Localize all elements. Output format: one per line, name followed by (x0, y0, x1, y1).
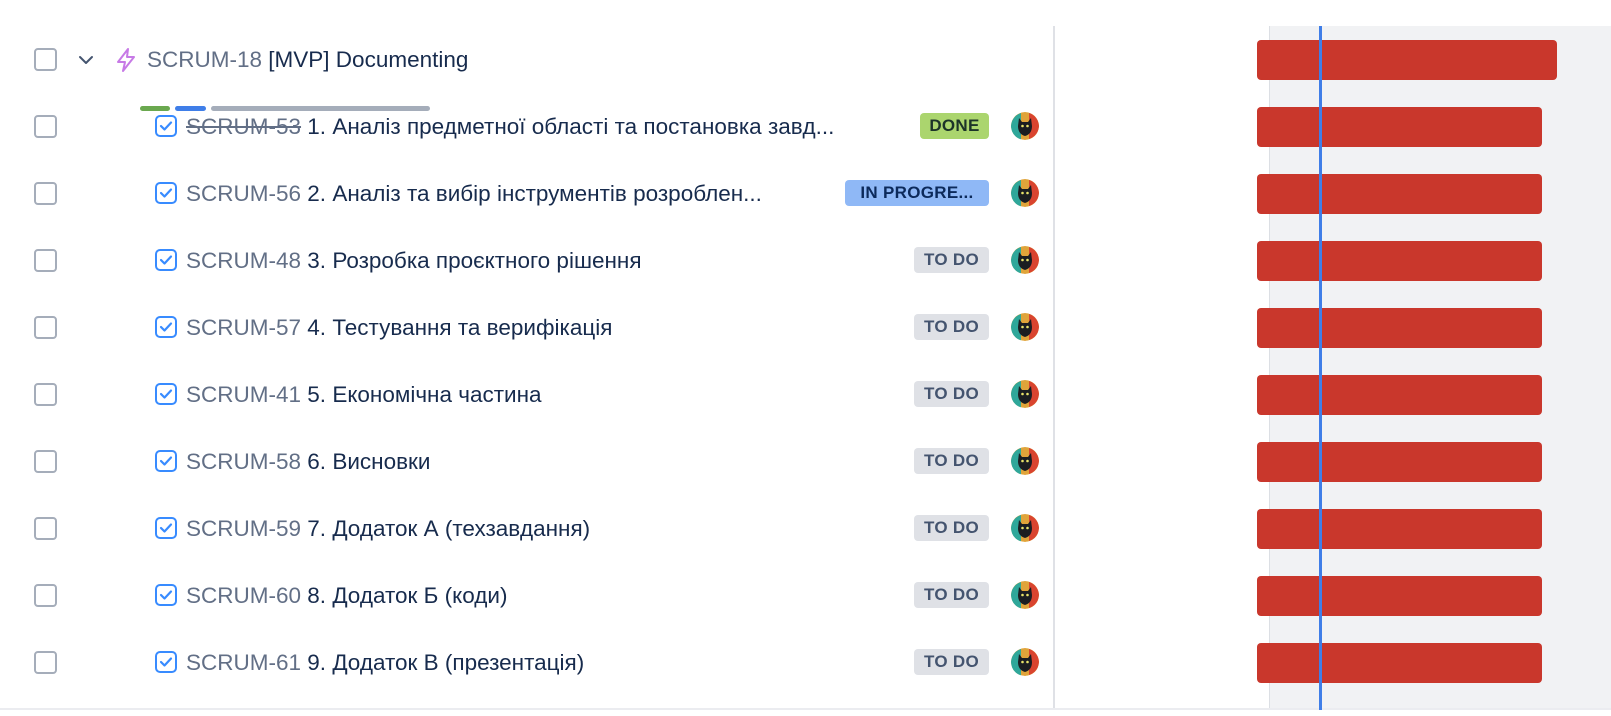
issue-title[interactable]: 6. Висновки (307, 449, 430, 474)
task-label[interactable]: SCRUM-48 3. Розробка проєктного рішення (186, 246, 642, 276)
task-row[interactable]: SCRUM-41 5. Економічна частина TO DO (0, 361, 1054, 428)
timeline-bar[interactable] (1257, 576, 1542, 616)
row-checkbox[interactable] (34, 249, 57, 272)
row-checkbox[interactable] (34, 316, 57, 339)
timeline-bar[interactable] (1257, 375, 1542, 415)
assignee-avatar[interactable] (1011, 313, 1039, 341)
issue-title[interactable]: 5. Економічна частина (307, 382, 541, 407)
row-checkbox[interactable] (34, 115, 57, 138)
timeline-bar[interactable] (1257, 174, 1542, 214)
issue-key[interactable]: SCRUM-60 (186, 583, 301, 608)
timeline-bar[interactable] (1257, 643, 1542, 683)
row-checkbox[interactable] (34, 450, 57, 473)
task-row[interactable]: SCRUM-57 4. Тестування та верифікація TO… (0, 294, 1054, 361)
task-checkbox-icon (155, 450, 177, 472)
issue-title[interactable]: 3. Розробка проєктного рішення (307, 248, 641, 273)
issue-key[interactable]: SCRUM-56 (186, 181, 301, 206)
task-checkbox-icon (155, 115, 177, 137)
task-row[interactable]: SCRUM-48 3. Розробка проєктного рішення … (0, 227, 1054, 294)
epic-title[interactable]: [MVP] Documenting (268, 47, 468, 72)
today-marker (1319, 26, 1322, 710)
status-lozenge[interactable]: DONE (920, 113, 989, 139)
row-checkbox[interactable] (34, 383, 57, 406)
timeline-bar[interactable] (1257, 308, 1542, 348)
assignee-avatar[interactable] (1011, 112, 1039, 140)
issue-key[interactable]: SCRUM-53 (186, 114, 301, 139)
status-lozenge[interactable]: TO DO (914, 381, 989, 407)
status-lozenge[interactable]: TO DO (914, 649, 989, 675)
epic-label[interactable]: SCRUM-18 [MVP] Documenting (147, 45, 468, 75)
assignee-avatar[interactable] (1011, 514, 1039, 542)
issue-title[interactable]: 4. Тестування та верифікація (307, 315, 612, 340)
row-checkbox[interactable] (34, 182, 57, 205)
task-label[interactable]: SCRUM-61 9. Додаток В (презентація) (186, 648, 584, 678)
task-checkbox-icon (155, 584, 177, 606)
issue-key[interactable]: SCRUM-61 (186, 650, 301, 675)
task-label[interactable]: SCRUM-53 1. Аналіз предметної області та… (186, 112, 834, 142)
assignee-avatar[interactable] (1011, 179, 1039, 207)
timeline-bar[interactable] (1257, 442, 1542, 482)
row-checkbox[interactable] (34, 584, 57, 607)
task-label[interactable]: SCRUM-59 7. Додаток А (техзавдання) (186, 514, 590, 544)
epic-timeline-bar[interactable] (1257, 40, 1557, 80)
assignee-avatar[interactable] (1011, 447, 1039, 475)
epic-row[interactable]: SCRUM-18 [MVP] Documenting (0, 26, 1054, 93)
assignee-avatar[interactable] (1011, 581, 1039, 609)
task-checkbox-icon (155, 517, 177, 539)
task-row[interactable]: SCRUM-59 7. Додаток А (техзавдання) TO D… (0, 495, 1054, 562)
issue-key[interactable]: SCRUM-57 (186, 315, 301, 340)
issue-title[interactable]: 9. Додаток В (презентація) (307, 650, 584, 675)
issue-list-panel: SCRUM-18 [MVP] Documenting SCRUM-53 1. А… (0, 26, 1054, 710)
timeline-bar[interactable] (1257, 107, 1542, 147)
task-row[interactable]: SCRUM-60 8. Додаток Б (коди) TO DO (0, 562, 1054, 629)
status-lozenge[interactable]: TO DO (914, 314, 989, 340)
task-label[interactable]: SCRUM-60 8. Додаток Б (коди) (186, 581, 507, 611)
status-lozenge[interactable]: TO DO (914, 515, 989, 541)
row-checkbox[interactable] (34, 651, 57, 674)
task-checkbox-icon (155, 383, 177, 405)
issue-key[interactable]: SCRUM-41 (186, 382, 301, 407)
epic-lightning-icon (117, 48, 135, 72)
task-row[interactable]: SCRUM-56 2. Аналіз та вибір інструментів… (0, 160, 1054, 227)
task-label[interactable]: SCRUM-41 5. Економічна частина (186, 380, 542, 410)
task-label[interactable]: SCRUM-57 4. Тестування та верифікація (186, 313, 612, 343)
epic-key[interactable]: SCRUM-18 (147, 47, 262, 72)
issue-title[interactable]: 2. Аналіз та вибір інструментів розробле… (307, 181, 762, 206)
bottom-border (0, 708, 1611, 710)
issue-key[interactable]: SCRUM-58 (186, 449, 301, 474)
issue-key[interactable]: SCRUM-59 (186, 516, 301, 541)
status-lozenge[interactable]: IN PROGRE... (845, 180, 989, 206)
issue-title[interactable]: 1. Аналіз предметної області та постанов… (307, 114, 834, 139)
task-label[interactable]: SCRUM-58 6. Висновки (186, 447, 430, 477)
assignee-avatar[interactable] (1011, 380, 1039, 408)
task-row[interactable]: SCRUM-61 9. Додаток В (презентація) TO D… (0, 629, 1054, 696)
task-checkbox-icon (155, 249, 177, 271)
issue-title[interactable]: 7. Додаток А (техзавдання) (307, 516, 590, 541)
issue-title[interactable]: 8. Додаток Б (коди) (307, 583, 507, 608)
task-label[interactable]: SCRUM-56 2. Аналіз та вибір інструментів… (186, 179, 762, 209)
issue-key[interactable]: SCRUM-48 (186, 248, 301, 273)
status-lozenge[interactable]: TO DO (914, 448, 989, 474)
row-checkbox[interactable] (34, 48, 57, 71)
timeline-bar[interactable] (1257, 241, 1542, 281)
timeline-bar[interactable] (1257, 509, 1542, 549)
task-checkbox-icon (155, 316, 177, 338)
assignee-avatar[interactable] (1011, 648, 1039, 676)
task-row[interactable]: SCRUM-58 6. Висновки TO DO (0, 428, 1054, 495)
chevron-down-icon[interactable] (77, 51, 95, 69)
assignee-avatar[interactable] (1011, 246, 1039, 274)
status-lozenge[interactable]: TO DO (914, 582, 989, 608)
task-checkbox-icon (155, 182, 177, 204)
task-checkbox-icon (155, 651, 177, 673)
status-lozenge[interactable]: TO DO (914, 247, 989, 273)
task-row[interactable]: SCRUM-53 1. Аналіз предметної області та… (0, 93, 1054, 160)
row-checkbox[interactable] (34, 517, 57, 540)
